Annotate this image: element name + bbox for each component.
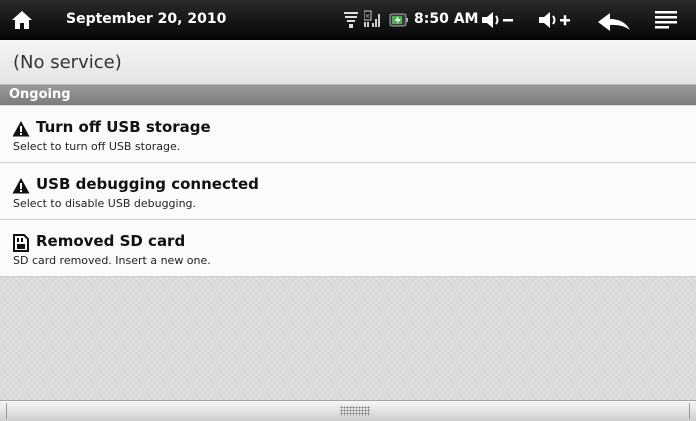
carrier-status: (No service) — [0, 40, 696, 85]
notification-description: SD card removed. Insert a new one. — [13, 254, 211, 267]
home-icon[interactable] — [10, 8, 34, 32]
svg-text:×: × — [365, 13, 370, 20]
volume-up-icon[interactable] — [537, 9, 571, 31]
grip-icon[interactable] — [340, 406, 370, 416]
warning-icon — [12, 178, 30, 194]
sim-signal-icon: × — [364, 10, 380, 27]
sd-card-icon — [13, 234, 29, 252]
back-icon[interactable] — [596, 10, 632, 32]
section-header-ongoing: Ongoing — [0, 85, 696, 105]
handle-divider-right — [689, 403, 690, 419]
notification-title: Turn off USB storage — [36, 118, 211, 136]
section-title: Ongoing — [9, 87, 71, 102]
menu-icon[interactable] — [655, 11, 677, 29]
notification-usb-storage[interactable]: Turn off USB storage Select to turn off … — [0, 106, 696, 163]
handle-divider-left — [6, 403, 7, 419]
status-time: 8:50 AM — [414, 11, 479, 27]
drag-handle-bar[interactable] — [0, 400, 696, 421]
notification-sd-card-removed[interactable]: Removed SD card SD card removed. Insert … — [0, 220, 696, 277]
carrier-label: (No service) — [13, 52, 122, 73]
notification-title: Removed SD card — [36, 232, 186, 250]
volume-down-icon[interactable] — [480, 9, 514, 31]
notification-description: Select to disable USB debugging. — [13, 197, 197, 210]
warning-icon — [12, 121, 30, 137]
notification-empty-area — [0, 277, 696, 400]
notification-usb-debugging[interactable]: USB debugging connected Select to disabl… — [0, 163, 696, 220]
battery-icon — [389, 13, 408, 27]
status-date: September 20, 2010 — [66, 11, 227, 27]
notification-description: Select to turn off USB storage. — [13, 140, 181, 153]
wifi-icon — [344, 12, 358, 28]
status-bar: September 20, 2010 × 8:50 AM — [0, 0, 696, 40]
notification-title: USB debugging connected — [36, 175, 259, 193]
